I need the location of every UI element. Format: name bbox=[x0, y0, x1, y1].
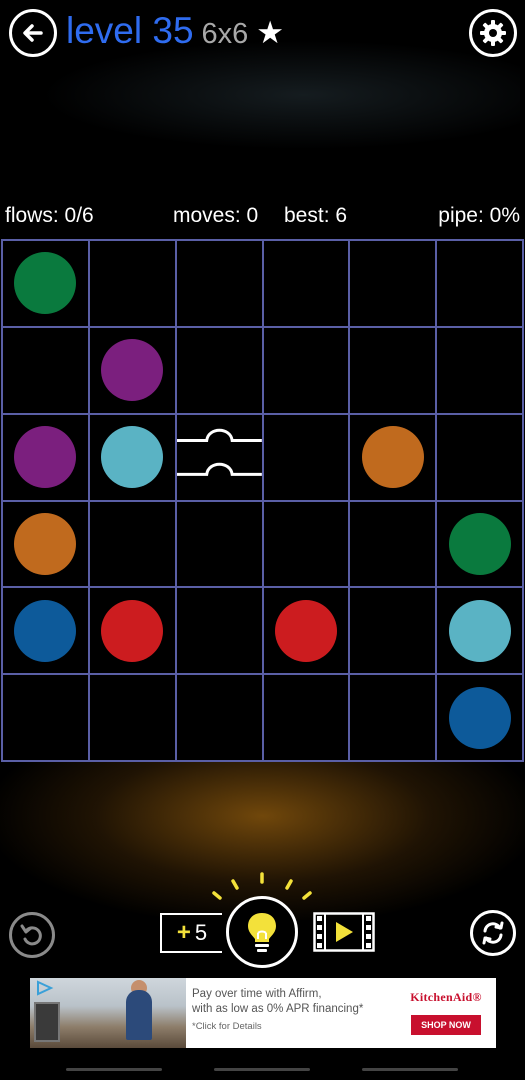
board-cell[interactable] bbox=[262, 240, 350, 327]
board-cell[interactable] bbox=[88, 587, 176, 675]
board-cell[interactable] bbox=[262, 326, 350, 414]
board-size-label: 6x6 bbox=[201, 18, 249, 50]
hint-count-badge[interactable]: + 5 bbox=[160, 913, 222, 953]
level-title: level 35 6x6 ★ bbox=[66, 10, 284, 56]
board-cell[interactable] bbox=[2, 674, 89, 761]
orange-dot[interactable] bbox=[361, 426, 424, 489]
board-cell[interactable] bbox=[262, 674, 350, 761]
refresh-icon bbox=[482, 921, 504, 945]
board-cell[interactable] bbox=[436, 587, 523, 675]
board-cell[interactable] bbox=[262, 500, 350, 588]
undo-button[interactable] bbox=[9, 912, 55, 958]
bridge-cell[interactable] bbox=[175, 413, 263, 501]
ad-person-body bbox=[126, 990, 152, 1040]
board-cell[interactable] bbox=[349, 500, 437, 588]
ad-brand-block: KitchenAid® SHOP NOW bbox=[396, 978, 496, 1048]
best-count: best: 6 bbox=[284, 204, 348, 227]
board-cell[interactable] bbox=[436, 674, 523, 761]
ad-line-2: with as low as 0% APR financing* bbox=[192, 1003, 364, 1015]
board-cell[interactable] bbox=[88, 326, 176, 414]
cyan-dot[interactable] bbox=[448, 599, 511, 662]
nav-recents-bar[interactable] bbox=[362, 1068, 458, 1071]
settings-button[interactable] bbox=[469, 9, 517, 57]
lightbulb-icon bbox=[248, 913, 276, 952]
moves-count: moves: 0 bbox=[173, 204, 259, 227]
ad-brand-logo: KitchenAid® bbox=[410, 990, 482, 1004]
board-cell[interactable] bbox=[436, 500, 523, 588]
arrow-left-icon bbox=[23, 24, 43, 42]
board-cell[interactable] bbox=[262, 587, 350, 675]
controls-bar: + 5 bbox=[0, 860, 525, 980]
board-cell[interactable] bbox=[175, 500, 263, 588]
ad-banner[interactable]: Pay over time with Affirm, with as low a… bbox=[30, 978, 496, 1048]
board-cell[interactable] bbox=[349, 240, 437, 327]
blue-dot[interactable] bbox=[14, 599, 77, 662]
level-label: level 35 bbox=[66, 10, 194, 51]
board-cell[interactable] bbox=[349, 587, 437, 675]
bridge-icon bbox=[176, 428, 262, 476]
orange-dot[interactable] bbox=[14, 512, 77, 575]
board-cell[interactable] bbox=[262, 413, 350, 501]
board-cell[interactable] bbox=[436, 413, 523, 501]
play-icon bbox=[336, 922, 353, 942]
board-cell[interactable] bbox=[349, 326, 437, 414]
back-button[interactable] bbox=[9, 9, 57, 57]
red-dot[interactable] bbox=[101, 599, 164, 662]
board-cell[interactable] bbox=[2, 587, 89, 675]
green-dot[interactable] bbox=[448, 512, 511, 575]
board-cell[interactable] bbox=[2, 326, 89, 414]
board-cell[interactable] bbox=[349, 674, 437, 761]
system-nav-bar bbox=[0, 1060, 525, 1080]
plus-icon: + bbox=[176, 919, 191, 946]
blue-dot[interactable] bbox=[448, 686, 511, 749]
red-dot[interactable] bbox=[274, 599, 337, 662]
hint-count-value: 5 bbox=[194, 920, 208, 945]
board-cell[interactable] bbox=[2, 413, 89, 501]
board-cell[interactable] bbox=[175, 326, 263, 414]
board-cell[interactable] bbox=[88, 413, 176, 501]
ad-line-3: *Click for Details bbox=[192, 1021, 262, 1032]
board-cell[interactable] bbox=[88, 240, 176, 327]
ad-line-1: Pay over time with Affirm, bbox=[192, 988, 322, 1000]
board-cell[interactable] bbox=[436, 240, 523, 327]
video-hint-button[interactable] bbox=[313, 912, 375, 952]
top-bar: level 35 6x6 ★ bbox=[0, 0, 525, 66]
purple-dot[interactable] bbox=[14, 426, 77, 489]
game-board bbox=[1, 239, 524, 762]
board-cell[interactable] bbox=[88, 500, 176, 588]
stats-bar: flows: 0/6 moves: 0 best: 6 pipe: 0% bbox=[0, 204, 525, 232]
board-cell[interactable] bbox=[349, 413, 437, 501]
ad-oven-shape bbox=[34, 1002, 60, 1042]
gear-icon bbox=[480, 20, 506, 46]
ad-copy: Pay over time with Affirm, with as low a… bbox=[186, 978, 396, 1048]
ad-choices-icon[interactable] bbox=[36, 980, 54, 996]
purple-dot[interactable] bbox=[101, 339, 164, 402]
board-cell[interactable] bbox=[2, 500, 89, 588]
nav-back-bar[interactable] bbox=[66, 1068, 162, 1071]
shop-now-button[interactable]: SHOP NOW bbox=[411, 1015, 481, 1035]
cyan-dot[interactable] bbox=[101, 426, 164, 489]
board-cell[interactable] bbox=[175, 587, 263, 675]
reset-button[interactable] bbox=[470, 910, 516, 956]
hint-button[interactable] bbox=[226, 896, 298, 968]
undo-icon bbox=[20, 924, 42, 946]
pipe-percent: pipe: 0% bbox=[438, 204, 520, 227]
nav-home-bar[interactable] bbox=[214, 1068, 310, 1071]
board-cell[interactable] bbox=[2, 240, 89, 327]
star-icon: ★ bbox=[256, 15, 285, 50]
board-cell[interactable] bbox=[175, 674, 263, 761]
board-cell[interactable] bbox=[175, 240, 263, 327]
flows-count: flows: 0/6 bbox=[5, 204, 94, 227]
board-cell[interactable] bbox=[436, 326, 523, 414]
ad-image bbox=[30, 978, 186, 1048]
green-dot[interactable] bbox=[14, 252, 77, 315]
board-cell[interactable] bbox=[88, 674, 176, 761]
